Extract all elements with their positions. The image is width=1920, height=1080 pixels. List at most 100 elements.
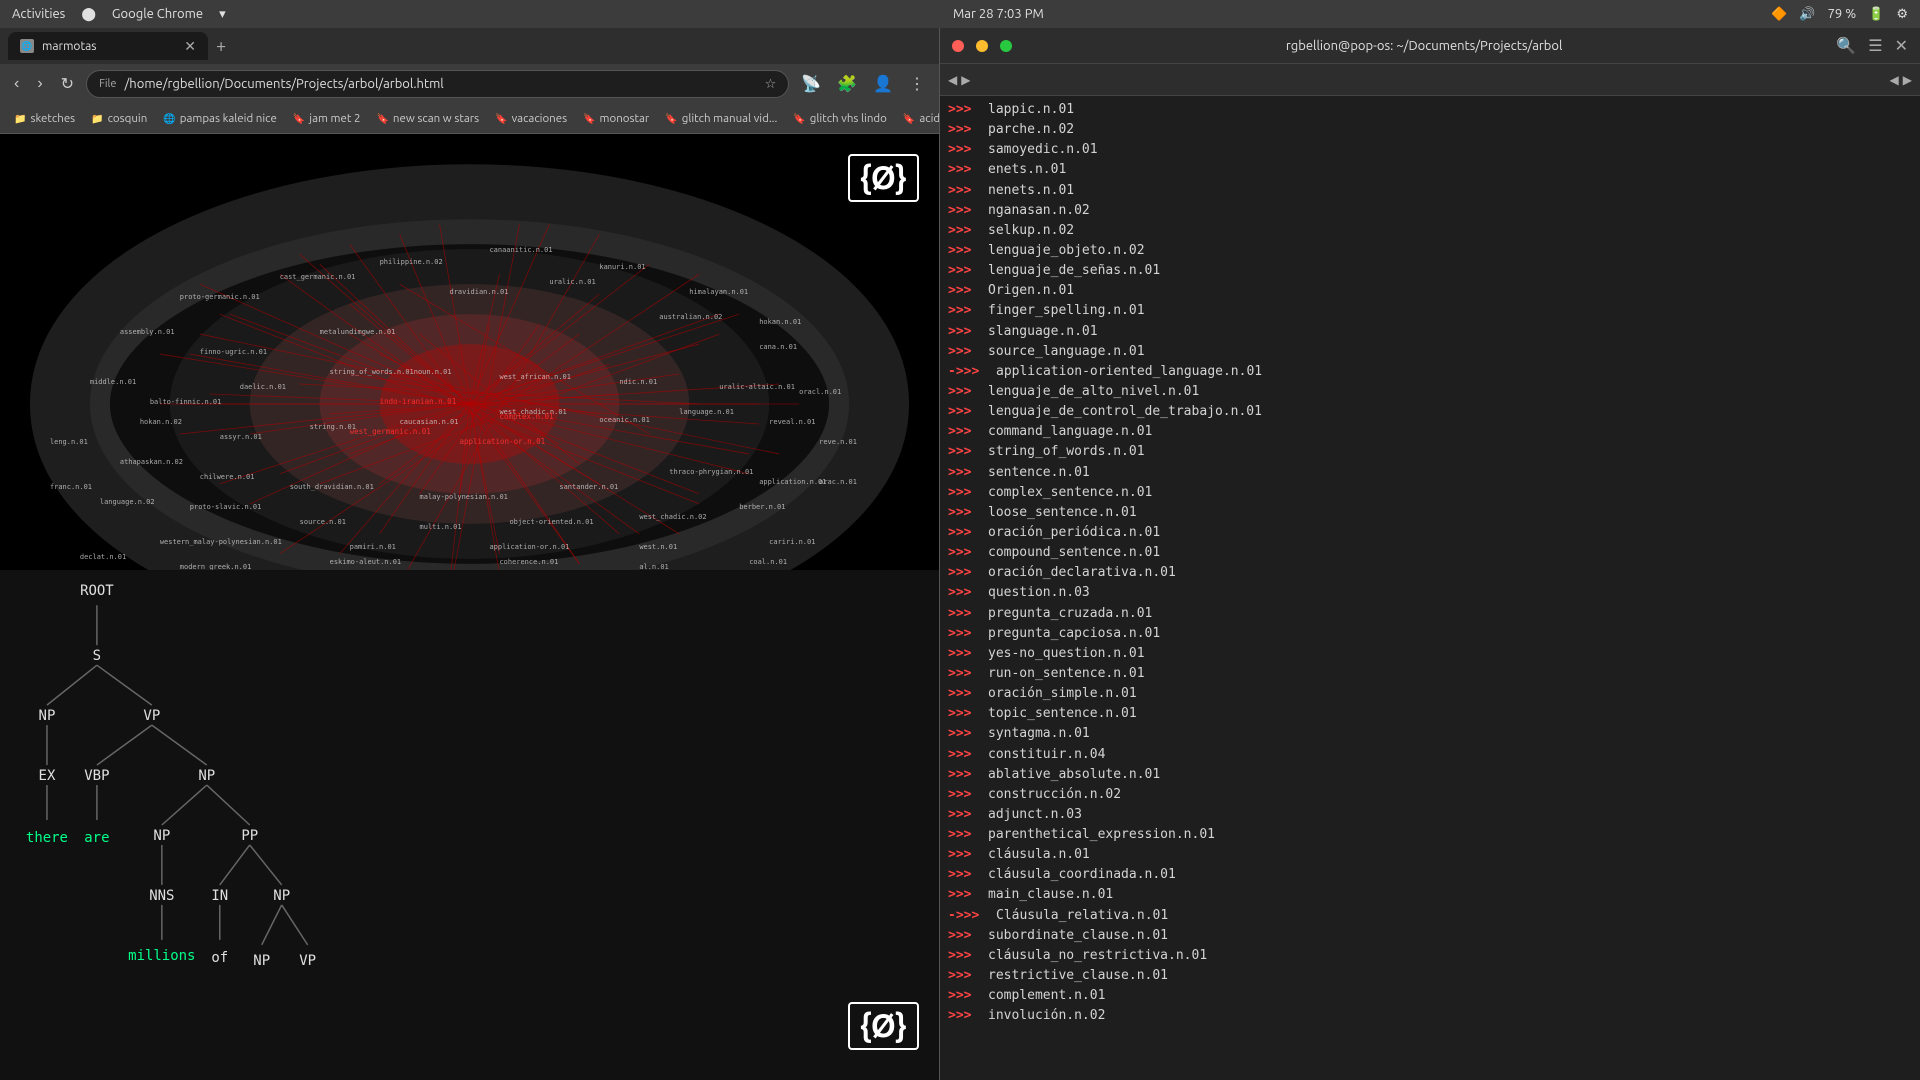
svg-text:canaanitic.n.01: canaanitic.n.01 <box>489 246 552 254</box>
bookmark-cosquin[interactable]: 📁 cosquin <box>85 110 153 127</box>
extensions-button[interactable]: 🧩 <box>831 70 863 98</box>
term-prompt: ->>> <box>948 362 992 382</box>
svg-text:west_african.n.01: west_african.n.01 <box>499 373 570 381</box>
term-line: >>>finger_spelling.n.01 <box>940 301 1920 321</box>
terminal-window-close-icon[interactable]: ✕ <box>1895 36 1908 55</box>
term-prompt: >>> <box>948 241 984 261</box>
bookmark-glitch-manual[interactable]: 🔖 glitch manual vid... <box>659 110 783 127</box>
svg-text:finno-ugric.n.01: finno-ugric.n.01 <box>200 348 267 356</box>
term-line: >>>cláusula_coordinada.n.01 <box>940 865 1920 885</box>
svg-text:oracl.n.01: oracl.n.01 <box>799 388 841 396</box>
menu-button[interactable]: ⋮ <box>903 70 931 98</box>
term-text: Origen.n.01 <box>988 281 1074 301</box>
svg-text:malay-polynesian.n.01: malay-polynesian.n.01 <box>420 493 508 501</box>
term-text: constituir.n.04 <box>988 745 1105 765</box>
app-name-label[interactable]: Google Chrome <box>112 7 203 21</box>
svg-text:ndic.n.01: ndic.n.01 <box>619 378 657 386</box>
reload-button[interactable]: ↻ <box>55 70 80 98</box>
term-line: >>>Origen.n.01 <box>940 281 1920 301</box>
tree-s-node: S <box>93 648 101 664</box>
term-text: source_language.n.01 <box>988 342 1145 362</box>
bookmark-site-icon: 🌐 <box>163 113 175 125</box>
term-prompt: >>> <box>948 422 984 442</box>
term-prompt: >>> <box>948 120 984 140</box>
term-line: >>>oración_declarativa.n.01 <box>940 563 1920 583</box>
term-line: >>>oración_simple.n.01 <box>940 684 1920 704</box>
term-text: loose_sentence.n.01 <box>988 503 1137 523</box>
chrome-icon: ⬤ <box>81 7 96 22</box>
terminal-toolbar-scroll-right[interactable]: ▶ <box>1903 73 1912 87</box>
term-line: >>>command_language.n.01 <box>940 422 1920 442</box>
terminal-menu-icon[interactable]: ☰ <box>1868 36 1882 55</box>
term-prompt: >>> <box>948 865 984 885</box>
bookmark-glitch-vhs[interactable]: 🔖 glitch vhs lindo <box>787 110 893 127</box>
nav-bar: ‹ › ↻ File /home/rgbellion/Documents/Pro… <box>0 64 939 104</box>
term-prompt: >>> <box>948 926 984 946</box>
term-text: cláusula.n.01 <box>988 845 1090 865</box>
terminal-toolbar-scroll-left[interactable]: ◀ <box>1890 73 1899 87</box>
app-menu-arrow[interactable]: ▾ <box>219 7 226 22</box>
bookmark-pampas[interactable]: 🌐 pampas kaleid nice <box>157 110 283 127</box>
bookmark-star-icon[interactable]: ☆ <box>765 77 777 92</box>
term-line: >>>adjunct.n.03 <box>940 805 1920 825</box>
forward-button[interactable]: › <box>31 71 48 97</box>
term-prompt: >>> <box>948 181 984 201</box>
back-button[interactable]: ‹ <box>8 71 25 97</box>
profile-button[interactable]: 👤 <box>867 70 899 98</box>
term-prompt: >>> <box>948 503 984 523</box>
bookmark-jam[interactable]: 🔖 jam met 2 <box>287 110 367 127</box>
term-line: >>>constituir.n.04 <box>940 745 1920 765</box>
svg-text:leng.n.01: leng.n.01 <box>50 438 88 446</box>
tab-close-button[interactable]: ✕ <box>184 38 196 55</box>
tree-word-are: are <box>84 830 109 846</box>
cast-button[interactable]: 📡 <box>795 70 827 98</box>
bookmark-label: sketches <box>30 112 75 125</box>
term-line: >>>involución.n.02 <box>940 1006 1920 1026</box>
new-tab-button[interactable]: + <box>212 36 230 56</box>
tree-nns-node: NNS <box>149 888 174 904</box>
terminal-maximize-button[interactable] <box>1000 40 1012 52</box>
svg-text:string_of_words.n.01noun.n.01: string_of_words.n.01noun.n.01 <box>330 368 452 376</box>
term-line: >>>lenguaje_de_alto_nivel.n.01 <box>940 382 1920 402</box>
term-text: parche.n.02 <box>988 120 1074 140</box>
settings-icon[interactable]: ⚙ <box>1896 7 1908 22</box>
term-text: lappic.n.01 <box>988 100 1074 120</box>
term-text: selkup.n.02 <box>988 221 1074 241</box>
terminal-close-button[interactable] <box>952 40 964 52</box>
term-text: nenets.n.01 <box>988 181 1074 201</box>
bookmark-monostar[interactable]: 🔖 monostar <box>577 110 655 127</box>
bookmark-label: glitch vhs lindo <box>810 112 887 125</box>
term-text: cláusula_coordinada.n.01 <box>988 865 1176 885</box>
svg-text:coal.n.01: coal.n.01 <box>749 558 787 566</box>
terminal-toolbar: ◀ ▶ ◀ ▶ <box>940 64 1920 96</box>
bookmark-tag-icon: 🔖 <box>793 113 805 125</box>
svg-text:pamiri.n.01: pamiri.n.01 <box>350 543 396 551</box>
term-prompt: >>> <box>948 261 984 281</box>
terminal-toolbar-left: ◀ <box>948 73 957 87</box>
bookmark-tag-icon: 🔖 <box>376 113 388 125</box>
term-prompt: >>> <box>948 301 984 321</box>
address-bar[interactable]: File /home/rgbellion/Documents/Projects/… <box>86 70 789 98</box>
term-prompt: >>> <box>948 845 984 865</box>
bookmark-label: new scan w stars <box>393 112 479 125</box>
svg-text:caucasian.n.01: caucasian.n.01 <box>400 418 459 426</box>
term-prompt: >>> <box>948 543 984 563</box>
bookmark-scan[interactable]: 🔖 new scan w stars <box>370 110 485 127</box>
activities-label[interactable]: Activities <box>12 7 65 21</box>
terminal-search-icon[interactable]: 🔍 <box>1836 36 1856 55</box>
term-line: >>>syntagma.n.01 <box>940 724 1920 744</box>
tab-favicon: 🌐 <box>20 39 34 53</box>
tab-bar: 🌐 marmotas ✕ + <box>0 28 939 64</box>
active-tab[interactable]: 🌐 marmotas ✕ <box>8 32 208 60</box>
terminal-content: >>>lappic.n.01>>>parche.n.02>>>samoyedic… <box>940 96 1920 1080</box>
svg-text:multi.n.01: multi.n.01 <box>420 523 462 531</box>
bookmark-vacaciones[interactable]: 🔖 vacaciones <box>489 110 573 127</box>
bookmark-acid[interactable]: 🔖 acid <box>897 110 939 127</box>
system-bar-center: Mar 28 7:03 PM <box>953 7 1044 21</box>
tree-word-there: there <box>26 830 68 846</box>
term-line: >>>lenguaje_objeto.n.02 <box>940 241 1920 261</box>
bookmark-sketches[interactable]: 📁 sketches <box>8 110 81 127</box>
svg-text:coherence.n.01: coherence.n.01 <box>499 558 558 566</box>
terminal-minimize-button[interactable] <box>976 40 988 52</box>
term-line: >>>pregunta_cruzada.n.01 <box>940 604 1920 624</box>
